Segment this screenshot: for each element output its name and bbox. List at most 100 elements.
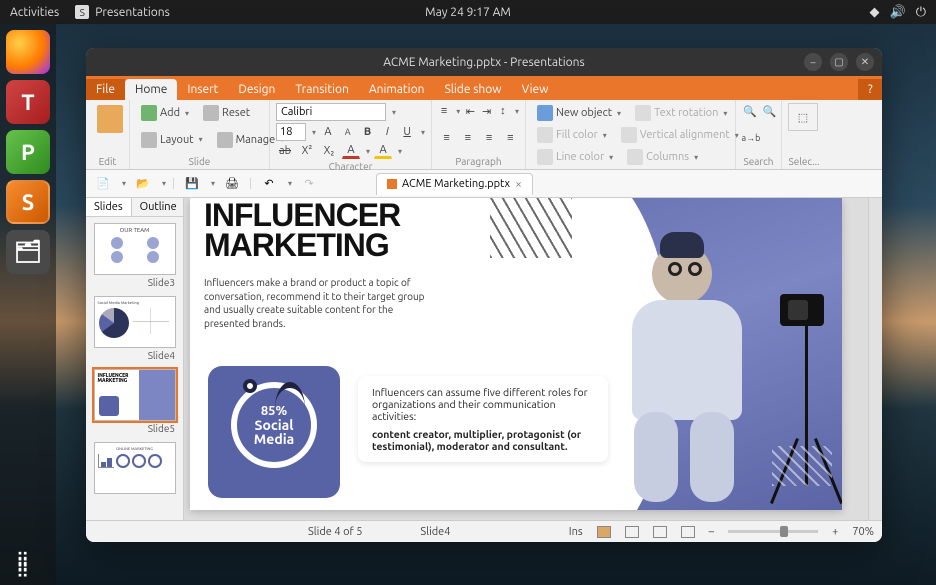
document-tab[interactable]: ACME Marketing.pptx × (376, 173, 533, 195)
menu-animation[interactable]: Animation (359, 79, 435, 100)
inc-indent[interactable]: ⇥ (480, 103, 492, 119)
vertical-alignment[interactable]: Vertical alignment▾ (616, 125, 744, 145)
titlebar[interactable]: ACME Marketing.pptx - Presentations – ▢ … (86, 48, 882, 76)
slide-content[interactable]: INFLUENCER MARKETING Influencers make a … (190, 198, 842, 510)
network-icon[interactable]: ◆ (870, 5, 880, 20)
font-name-input[interactable] (276, 103, 386, 121)
zoom-in[interactable]: + (832, 526, 838, 538)
view-sorter[interactable] (625, 526, 639, 538)
redo[interactable]: ↷ (298, 174, 320, 194)
view-outline[interactable] (653, 526, 667, 538)
thumb4-label: Slide4 (86, 350, 183, 363)
dock: T P S 🗂 ⠿⠿⠿ (0, 24, 56, 585)
dock-firefox[interactable] (6, 30, 50, 74)
close-tab[interactable]: × (515, 178, 522, 191)
add-slide-button[interactable]: Add▾ (136, 103, 194, 123)
vertical-scrollbar[interactable] (868, 198, 882, 520)
sub-button[interactable]: X₂ (320, 143, 338, 159)
menu-design[interactable]: Design (228, 79, 285, 100)
find-button[interactable]: 🔍 (742, 103, 758, 119)
zoom-value[interactable]: 70% (852, 526, 874, 538)
print-doc[interactable]: 🖨 (221, 174, 243, 194)
text-rotation[interactable]: Text rotation▾ (630, 103, 732, 123)
volume-icon[interactable]: 🔊 (890, 5, 906, 20)
thumb-slide3b[interactable]: Social Media Marketing (94, 296, 176, 348)
open-doc[interactable]: 📂 (132, 174, 154, 194)
menu-slideshow[interactable]: Slide show (434, 79, 511, 100)
window-title: ACME Marketing.pptx - Presentations (383, 56, 584, 69)
reset-slide-button[interactable]: Reset (198, 103, 255, 123)
menu-view[interactable]: View (512, 79, 559, 100)
slide-title-1: INFLUENCER (204, 200, 400, 230)
topbar-datetime[interactable]: May 24 9:17 AM (425, 6, 511, 19)
layout-button[interactable]: Layout▾ (136, 130, 208, 150)
replace-button[interactable]: 🔍 (762, 103, 778, 119)
menu-help[interactable]: ? (858, 79, 882, 100)
line-color[interactable]: Line color▾ (532, 147, 618, 167)
slide-panel: Slides Outline OUR TEAM Slide3 Social Me… (86, 198, 184, 520)
font-dropdown[interactable]: ▾ (392, 108, 396, 117)
menu-transition[interactable]: Transition (285, 79, 358, 100)
dock-planmaker[interactable]: P (6, 130, 50, 174)
line-spacing[interactable]: ↕ (497, 103, 509, 119)
show-applications[interactable]: ⠿⠿⠿ (16, 557, 32, 575)
panel-tab-outline[interactable]: Outline (132, 198, 184, 216)
menu-insert[interactable]: Insert (177, 79, 228, 100)
activities-button[interactable]: Activities (10, 6, 59, 19)
window-close[interactable]: ✕ (856, 53, 874, 71)
align-center[interactable]: ≡ (459, 130, 476, 146)
ribbon-search-label: Search (742, 156, 775, 167)
window-minimize[interactable]: – (804, 53, 822, 71)
dock-presentations[interactable]: S (6, 180, 50, 224)
view-show[interactable] (681, 526, 695, 538)
status-insert-mode[interactable]: Ins (569, 526, 583, 538)
zoom-out[interactable]: – (709, 526, 714, 538)
font-size-input[interactable] (276, 123, 306, 141)
power-icon[interactable]: ⏻ (916, 5, 926, 20)
panel-tab-slides[interactable]: Slides (86, 198, 132, 216)
bullets[interactable]: ≡ (438, 103, 450, 119)
menu-file[interactable]: File (86, 79, 125, 100)
strike-button[interactable]: ab (276, 143, 294, 159)
status-slide-name: Slide4 (420, 526, 450, 538)
align-left[interactable]: ≡ (438, 130, 455, 146)
slide-title-2: MARKETING (204, 230, 400, 260)
zoom-slider[interactable] (728, 530, 818, 533)
super-button[interactable]: X² (298, 143, 316, 159)
slide-body-text: Influencers make a brand or product a to… (204, 276, 434, 330)
thumb-slide4[interactable]: INFLUENCER MARKETING (94, 369, 176, 421)
new-doc[interactable]: 📄 (92, 174, 114, 194)
bold-button[interactable]: B (360, 124, 376, 140)
thumb-slide5[interactable]: ONLINE MARKETING (94, 442, 176, 494)
highlight-color[interactable]: A (374, 143, 392, 159)
save-doc[interactable]: 💾 (181, 174, 203, 194)
shrink-font[interactable]: A (340, 124, 356, 140)
dock-files[interactable]: 🗂 (6, 230, 50, 274)
fontsize-dropdown[interactable]: ▾ (312, 128, 316, 137)
presentations-window: ACME Marketing.pptx - Presentations – ▢ … (86, 48, 882, 542)
ribbon-edit-label: Edit (92, 156, 123, 167)
window-maximize[interactable]: ▢ (830, 53, 848, 71)
menu-home[interactable]: Home (125, 79, 177, 100)
view-normal[interactable] (597, 526, 611, 538)
undo[interactable]: ↶ (258, 174, 280, 194)
ribbon-paragraph-label: Paragraph (438, 156, 519, 167)
align-right[interactable]: ≡ (481, 130, 498, 146)
new-object-button[interactable]: New object▾ (532, 103, 626, 123)
slide-canvas[interactable]: INFLUENCER MARKETING Influencers make a … (184, 198, 868, 520)
paste-button[interactable] (92, 103, 128, 135)
font-color[interactable]: A (342, 143, 360, 159)
italic-button[interactable]: I (379, 124, 395, 140)
underline-button[interactable]: U (399, 124, 415, 140)
columns-button[interactable]: Columns▾ (622, 147, 703, 167)
find-replace[interactable]: a→b (742, 130, 760, 146)
info-box-line2: content creator, multiplier, protagonist… (372, 428, 594, 452)
thumb-slide3[interactable]: OUR TEAM (94, 223, 176, 275)
select-button[interactable]: ⬚ (788, 103, 818, 131)
fill-color[interactable]: Fill color▾ (532, 125, 612, 145)
dock-textmaker[interactable]: T (6, 80, 50, 124)
topbar-app-name[interactable]: Presentations (95, 6, 170, 19)
grow-font[interactable]: A (320, 124, 336, 140)
dec-indent[interactable]: ⇤ (464, 103, 476, 119)
align-justify[interactable]: ≡ (502, 130, 519, 146)
